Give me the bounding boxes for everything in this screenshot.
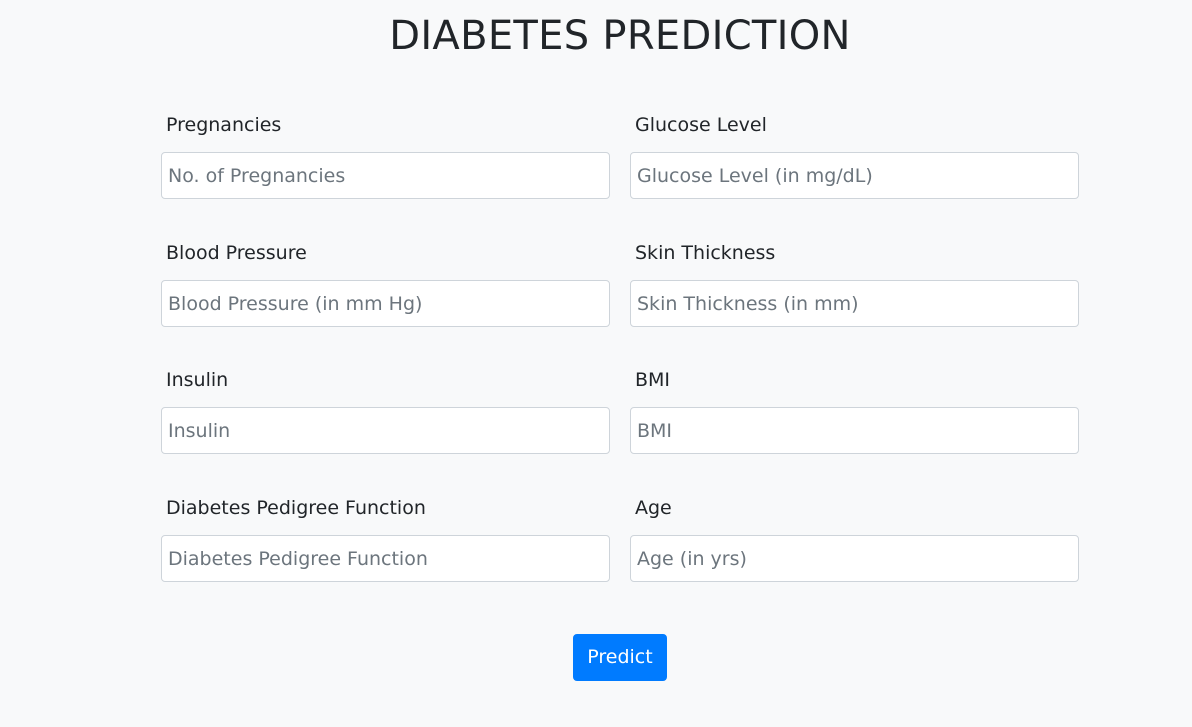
pregnancies-label: Pregnancies: [166, 114, 282, 136]
page-title: DIABETES PREDICTION: [389, 13, 851, 59]
age-input[interactable]: [630, 535, 1079, 582]
bmi-label: BMI: [635, 369, 671, 391]
form-row-1: Pregnancies Glucose Level: [161, 113, 1079, 223]
blood-pressure-input[interactable]: [161, 280, 610, 327]
insulin-label: Insulin: [166, 369, 229, 391]
pregnancies-group: Pregnancies: [161, 113, 610, 223]
age-group: Age: [630, 496, 1079, 606]
insulin-input[interactable]: [161, 407, 610, 454]
pregnancies-input[interactable]: [161, 152, 610, 199]
form-row-4: Diabetes Pedigree Function Age: [161, 496, 1079, 606]
bmi-group: BMI: [630, 368, 1079, 478]
predict-button[interactable]: Predict: [573, 634, 667, 681]
skin-thickness-group: Skin Thickness: [630, 241, 1079, 351]
diabetes-pedigree-group: Diabetes Pedigree Function: [161, 496, 610, 606]
glucose-level-label: Glucose Level: [635, 114, 767, 136]
skin-thickness-label: Skin Thickness: [635, 242, 776, 264]
diabetes-pedigree-label: Diabetes Pedigree Function: [166, 497, 426, 519]
insulin-group: Insulin: [161, 368, 610, 478]
form-row-2: Blood Pressure Skin Thickness: [161, 241, 1079, 351]
glucose-level-group: Glucose Level: [630, 113, 1079, 223]
diabetes-pedigree-input[interactable]: [161, 535, 610, 582]
age-label: Age: [635, 497, 672, 519]
glucose-level-input[interactable]: [630, 152, 1079, 199]
form-row-3: Insulin BMI: [161, 368, 1079, 478]
skin-thickness-input[interactable]: [630, 280, 1079, 327]
bmi-input[interactable]: [630, 407, 1079, 454]
blood-pressure-group: Blood Pressure: [161, 241, 610, 351]
blood-pressure-label: Blood Pressure: [166, 242, 307, 264]
page: DIABETES PREDICTION Pregnancies Glucose …: [0, 0, 1192, 727]
